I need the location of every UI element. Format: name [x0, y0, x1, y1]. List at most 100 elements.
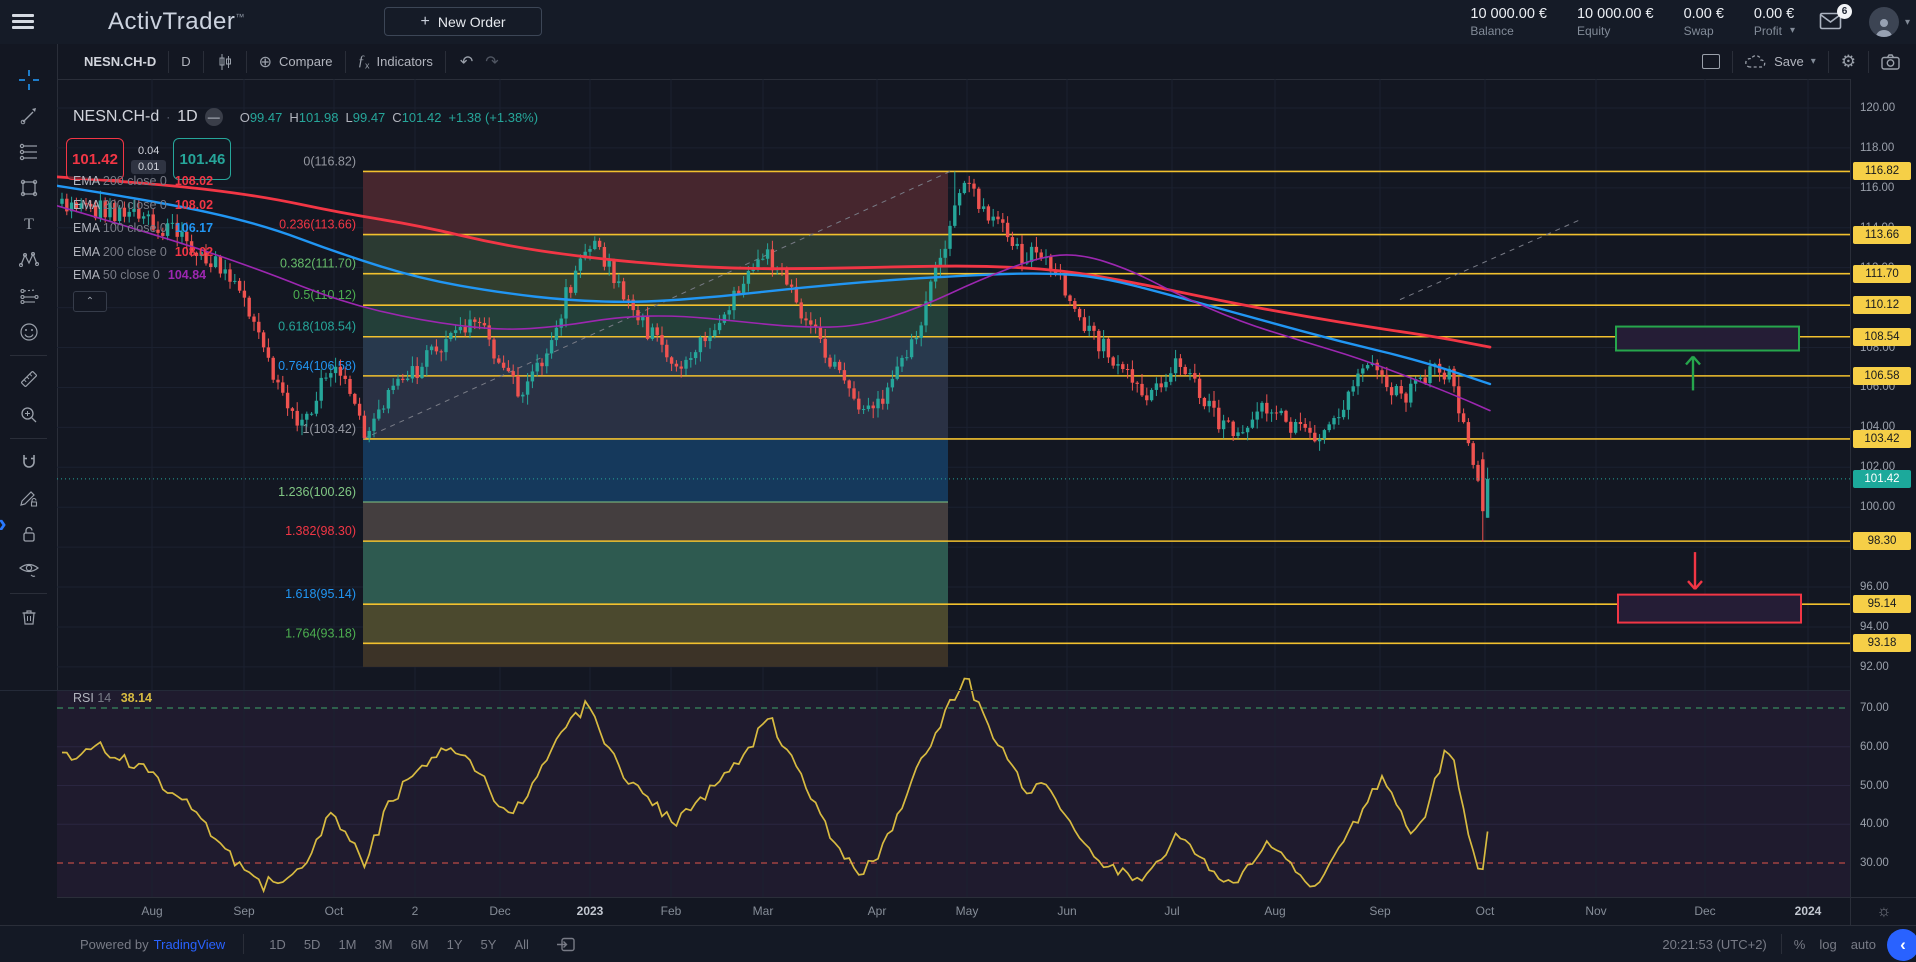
time-axis[interactable]: AugSepOct2Dec2023FebMarAprMayJunJulAugSe…: [57, 897, 1850, 926]
log-scale-button[interactable]: log: [1819, 937, 1836, 952]
indicator-row[interactable]: EMA 50 close 0104.84: [73, 268, 206, 282]
delete-tool[interactable]: [0, 599, 57, 635]
delete-icon: [19, 607, 39, 627]
level-price-badge: 95.14: [1853, 595, 1911, 613]
symbol-search-button[interactable]: NESN.CH-D: [72, 44, 168, 79]
lock-tool[interactable]: [0, 516, 57, 552]
save-button[interactable]: Save ▾: [1733, 44, 1828, 79]
fib-retracement-tool[interactable]: [0, 134, 57, 170]
fib-level-label: 1(103.42): [302, 422, 356, 436]
compare-button[interactable]: ⊕ Compare: [247, 44, 345, 79]
indicator-row[interactable]: EMA 200 close 0108.02: [73, 198, 213, 212]
sun-icon: ☼: [1877, 903, 1892, 921]
profit-caret-icon[interactable]: ▾: [1790, 25, 1795, 38]
range-1y[interactable]: 1Y: [438, 937, 472, 952]
tradingview-link[interactable]: TradingView: [154, 937, 226, 952]
hide-series-button[interactable]: —: [205, 108, 223, 126]
legend-symbol[interactable]: NESN.CH-d: [73, 108, 159, 126]
attribution: Powered by TradingView: [80, 937, 225, 952]
snapshot-button[interactable]: [1869, 44, 1912, 79]
magnet-tool[interactable]: [0, 444, 57, 480]
rectangle-tool[interactable]: [0, 170, 57, 206]
forecast-icon: [19, 286, 39, 306]
settings-button[interactable]: ⚙: [1829, 44, 1868, 79]
level-price-badge: 103.42: [1853, 430, 1911, 448]
ruler-icon: [18, 368, 40, 390]
redo-button[interactable]: ↷: [481, 44, 510, 79]
range-1m[interactable]: 1M: [329, 937, 365, 952]
stat-equity: 10 000.00 €Equity: [1577, 5, 1654, 38]
rsi-tick: 40.00: [1860, 816, 1889, 832]
plus-icon: +: [420, 13, 429, 31]
collapse-legend-button[interactable]: ⌃: [73, 291, 107, 312]
new-order-button[interactable]: + New Order: [384, 7, 542, 36]
stat-profit: 0.00 €Profit▾: [1754, 5, 1795, 38]
price-tick: 96.00: [1860, 579, 1889, 595]
avatar-caret-icon[interactable]: ▾: [1905, 17, 1910, 28]
chart-legend: NESN.CH-d · 1D — O99.47 H101.98 L99.47 C…: [73, 108, 538, 126]
lock-icon: [19, 524, 39, 544]
indicators-button[interactable]: ƒx Indicators: [346, 44, 445, 79]
range-5d[interactable]: 5D: [295, 937, 330, 952]
range-5y[interactable]: 5Y: [472, 937, 506, 952]
go-to-date-button[interactable]: [556, 936, 576, 953]
bottom-bar: Powered by TradingView 1D5D1M3M6M1Y5YAll…: [0, 925, 1916, 962]
zoom-in-tool[interactable]: [0, 397, 57, 433]
price-tick: 116.00: [1860, 180, 1894, 196]
axis-settings-corner[interactable]: ☼: [1850, 897, 1916, 926]
ruler-tool[interactable]: [0, 361, 57, 397]
plus-circle-icon: ⊕: [259, 52, 272, 72]
trend-line-tool[interactable]: [0, 98, 57, 134]
spread-high: 0.04: [138, 145, 159, 157]
indicator-row[interactable]: EMA 200 close 0108.02: [73, 174, 213, 188]
price-tick: 118.00: [1860, 140, 1894, 156]
time-tick: Dec: [1694, 904, 1715, 918]
level-price-badge: 110.12: [1853, 296, 1911, 314]
interval-button[interactable]: D: [169, 44, 202, 79]
price-axis[interactable]: 120.00118.00116.00114.00112.00110.00108.…: [1850, 79, 1916, 897]
level-price-badge: 98.30: [1853, 532, 1911, 550]
time-tick: Aug: [1264, 904, 1285, 918]
svg-text:T: T: [24, 216, 34, 233]
auto-scale-button[interactable]: auto: [1851, 937, 1876, 952]
xabcd-pattern-tool[interactable]: [0, 242, 57, 278]
level-price-badge: 108.54: [1853, 328, 1911, 346]
rsi-tick: 60.00: [1860, 739, 1889, 755]
rsi-tick: 30.00: [1860, 855, 1889, 871]
price-tick: 120.00: [1860, 100, 1895, 116]
expand-panel-chevron-icon[interactable]: ›: [0, 508, 7, 539]
undo-button[interactable]: ↶: [446, 44, 481, 79]
draw-tool[interactable]: [0, 480, 57, 516]
collapse-panel-button[interactable]: ‹: [1887, 929, 1916, 961]
text-tool[interactable]: T: [0, 206, 57, 242]
emoji-tool[interactable]: [0, 314, 57, 350]
indicator-row[interactable]: EMA 200 close 0108.02: [73, 245, 213, 259]
time-tick: Oct: [1476, 904, 1495, 918]
draw-icon: [18, 487, 40, 509]
chart-style-button[interactable]: [204, 44, 246, 79]
crosshair-tool[interactable]: [0, 62, 57, 98]
menu-icon[interactable]: [12, 14, 34, 30]
indicator-row[interactable]: EMA 100 close 0106.17: [73, 221, 213, 235]
zoom-in-icon: [19, 405, 39, 425]
time-tick: Sep: [1369, 904, 1390, 918]
drawing-toolbar: T: [0, 44, 58, 925]
forecast-tool[interactable]: [0, 278, 57, 314]
range-1d[interactable]: 1D: [260, 937, 295, 952]
legend-separator: ·: [166, 110, 170, 124]
percent-scale-button[interactable]: %: [1794, 937, 1806, 952]
range-all[interactable]: All: [505, 937, 537, 952]
level-price-badge: 111.70: [1853, 265, 1911, 283]
session-clock[interactable]: 20:21:53 (UTC+2): [1662, 937, 1766, 952]
fib-level-label: 1.764(93.18): [285, 626, 356, 640]
price-tick: 100.00: [1860, 499, 1895, 515]
hide-icon: [18, 560, 40, 580]
range-6m[interactable]: 6M: [402, 937, 438, 952]
hide-tool[interactable]: [0, 552, 57, 588]
avatar[interactable]: [1869, 7, 1899, 37]
range-3m[interactable]: 3M: [366, 937, 402, 952]
pane-separator[interactable]: [0, 690, 1916, 691]
layout-button[interactable]: [1690, 44, 1732, 79]
messages-button[interactable]: 6: [1819, 11, 1845, 33]
main-chart[interactable]: 0(116.82)0.236(113.66)0.382(111.70)0.5(1…: [57, 79, 1850, 897]
